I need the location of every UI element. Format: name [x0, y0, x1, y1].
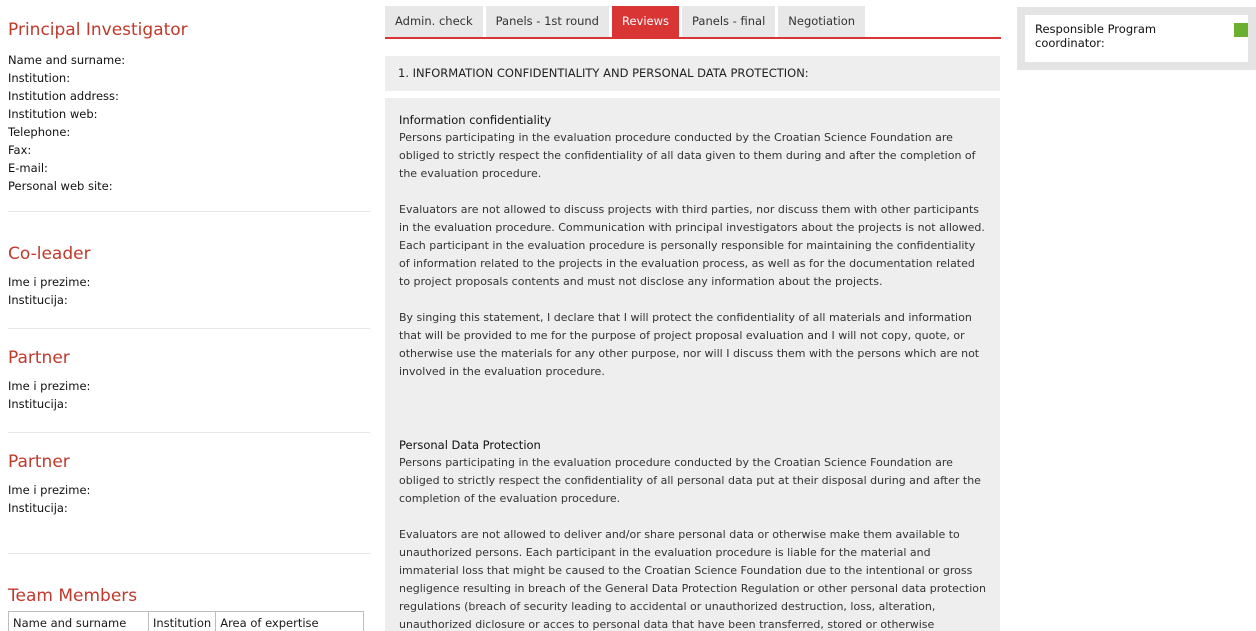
section-header: 1. INFORMATION CONFIDENTIALITY AND PERSO…	[385, 56, 1000, 91]
partner-name-label: Ime i prezime:	[8, 483, 91, 497]
divider	[8, 328, 370, 329]
pi-institution-web-label: Institution web:	[8, 107, 98, 121]
divider	[8, 211, 370, 212]
column-header-area: Area of expertise	[215, 611, 365, 631]
confidentiality-title: Information confidentiality	[399, 113, 552, 127]
data-protection-paragraph: Evaluators are not allowed to deliver an…	[399, 528, 986, 631]
confidentiality-paragraph: By singing this statement, I declare tha…	[399, 311, 980, 378]
coordinator-box: Responsible Program coordinator:	[1025, 15, 1248, 62]
evaluation-panel: Admin. check Panels - 1st round Reviews …	[385, 0, 1001, 631]
team-members-table: Name and surname Institution Area of exp…	[8, 611, 365, 631]
confidentiality-paragraph: Evaluators are not allowed to discuss pr…	[399, 203, 985, 288]
coordinator-panel: Responsible Program coordinator:	[1017, 7, 1256, 70]
table-header-row: Name and surname Institution Area of exp…	[8, 611, 365, 631]
pi-personal-web-label: Personal web site:	[8, 179, 113, 193]
project-info-panel: Principal Investigator Name and surname:…	[8, 0, 370, 631]
pi-email-label: E-mail:	[8, 161, 48, 175]
coordinator-status-indicator	[1234, 23, 1248, 37]
co-leader-institution-label: Institucija:	[8, 293, 68, 307]
data-protection-title: Personal Data Protection	[399, 438, 541, 452]
column-header-name: Name and surname	[8, 611, 149, 631]
pi-name-label: Name and surname:	[8, 53, 126, 67]
pi-fax-label: Fax:	[8, 143, 32, 157]
statement-content: Information confidentiality Persons part…	[385, 98, 1000, 631]
tab-panels-final[interactable]: Panels - final	[682, 6, 776, 37]
confidentiality-paragraph: Persons participating in the evaluation …	[399, 131, 976, 180]
partner-section-2: Partner Ime i prezime: Institucija:	[8, 452, 90, 517]
tab-underline	[385, 37, 1001, 39]
tab-reviews[interactable]: Reviews	[611, 6, 680, 37]
tab-negotiation[interactable]: Negotiation	[778, 6, 866, 37]
partner-institution-label: Institucija:	[8, 397, 68, 411]
divider	[8, 553, 370, 554]
partner-title: Partner	[8, 348, 70, 368]
pi-telephone-label: Telephone:	[8, 125, 71, 139]
team-members-section: Team Members Name and surname Institutio…	[8, 586, 365, 631]
co-leader-title: Co-leader	[8, 244, 91, 264]
data-protection-paragraph: Persons participating in the evaluation …	[399, 456, 981, 505]
tab-panels-first-round[interactable]: Panels - 1st round	[485, 6, 609, 37]
tab-bar: Admin. check Panels - 1st round Reviews …	[385, 6, 866, 39]
pi-institution-address-label: Institution address:	[8, 89, 119, 103]
divider	[8, 432, 370, 433]
principal-investigator-section: Principal Investigator Name and surname:…	[8, 20, 188, 195]
coordinator-label: Responsible Program coordinator:	[1035, 22, 1157, 50]
pi-institution-label: Institution:	[8, 71, 71, 85]
principal-investigator-title: Principal Investigator	[8, 20, 188, 40]
partner-section-1: Partner Ime i prezime: Institucija:	[8, 348, 90, 413]
co-leader-name-label: Ime i prezime:	[8, 275, 91, 289]
column-header-institution: Institution	[147, 611, 217, 631]
partner-institution-label: Institucija:	[8, 501, 68, 515]
co-leader-section: Co-leader Ime i prezime: Institucija:	[8, 244, 91, 309]
partner-title: Partner	[8, 452, 70, 472]
tab-admin-check[interactable]: Admin. check	[385, 6, 483, 37]
partner-name-label: Ime i prezime:	[8, 379, 91, 393]
team-members-title: Team Members	[8, 586, 138, 606]
